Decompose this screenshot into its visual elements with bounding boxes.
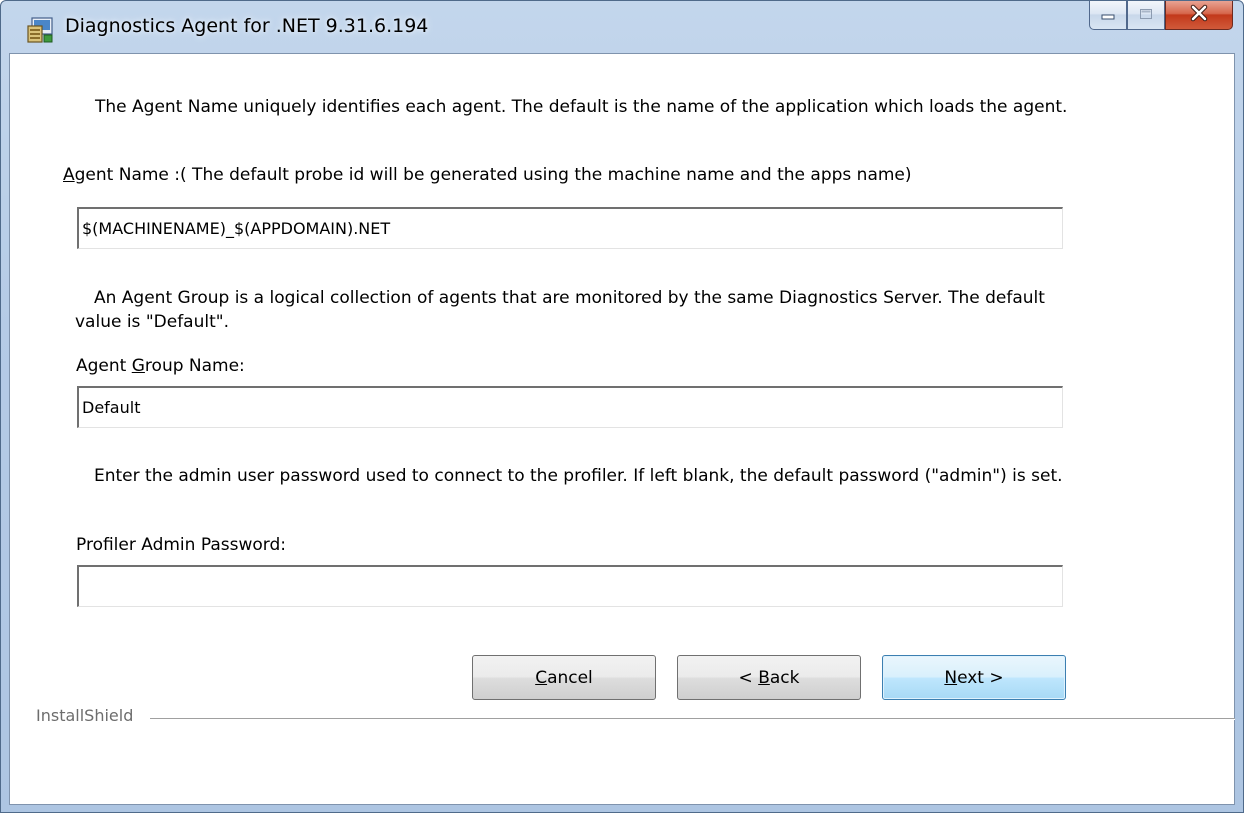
- dialog-content: The Agent Name uniquely identifies each …: [9, 53, 1235, 805]
- minimize-button[interactable]: [1089, 1, 1127, 30]
- close-icon: [1189, 4, 1209, 26]
- back-button[interactable]: < Back: [677, 655, 861, 700]
- agent-group-input[interactable]: [77, 386, 1063, 428]
- next-button[interactable]: Next >: [882, 655, 1066, 700]
- footer-divider: [150, 718, 1235, 720]
- agent-group-label: Agent Group Name:: [76, 356, 245, 376]
- agent-name-label-text: gent Name :( The default probe id will b…: [74, 165, 912, 185]
- window-title: Diagnostics Agent for .NET 9.31.6.194: [65, 15, 429, 37]
- profiler-description: Enter the admin user password used to co…: [94, 466, 1063, 486]
- next-button-label: ext >: [957, 667, 1004, 688]
- cancel-button[interactable]: Cancel: [472, 655, 656, 700]
- maximize-button[interactable]: [1127, 1, 1165, 30]
- agent-name-label-mnemonic: A: [63, 165, 75, 185]
- installer-icon: [25, 15, 55, 45]
- agent-group-description: An Agent Group is a logical collection o…: [75, 288, 1045, 332]
- profiler-password-label: Profiler Admin Password:: [76, 535, 286, 555]
- title-bar[interactable]: Diagnostics Agent for .NET 9.31.6.194: [1, 1, 1243, 53]
- agent-name-description: The Agent Name uniquely identifies each …: [95, 97, 1068, 117]
- agent-group-label-before: Agent: [76, 356, 132, 376]
- profiler-password-input[interactable]: [77, 565, 1063, 607]
- agent-name-label: Agent Name :( The default probe id will …: [63, 165, 912, 185]
- cancel-button-label: ancel: [547, 667, 593, 688]
- agent-group-label-mnemonic: G: [131, 356, 145, 376]
- cancel-button-mnemonic: C: [535, 667, 548, 688]
- agent-group-label-after: roup Name:: [144, 356, 245, 376]
- installer-window: Diagnostics Agent for .NET 9.31.6.194 Th…: [0, 0, 1244, 813]
- close-button[interactable]: [1165, 1, 1233, 30]
- maximize-icon: [1138, 6, 1154, 25]
- agent-name-input[interactable]: [77, 207, 1063, 249]
- caption-buttons: [1089, 1, 1233, 31]
- back-button-prefix: <: [738, 667, 759, 688]
- back-button-label: ack: [769, 667, 800, 688]
- installshield-brand: InstallShield: [36, 706, 134, 725]
- back-button-mnemonic: B: [758, 667, 770, 688]
- next-button-mnemonic: N: [944, 667, 958, 688]
- minimize-icon: [1100, 6, 1116, 25]
